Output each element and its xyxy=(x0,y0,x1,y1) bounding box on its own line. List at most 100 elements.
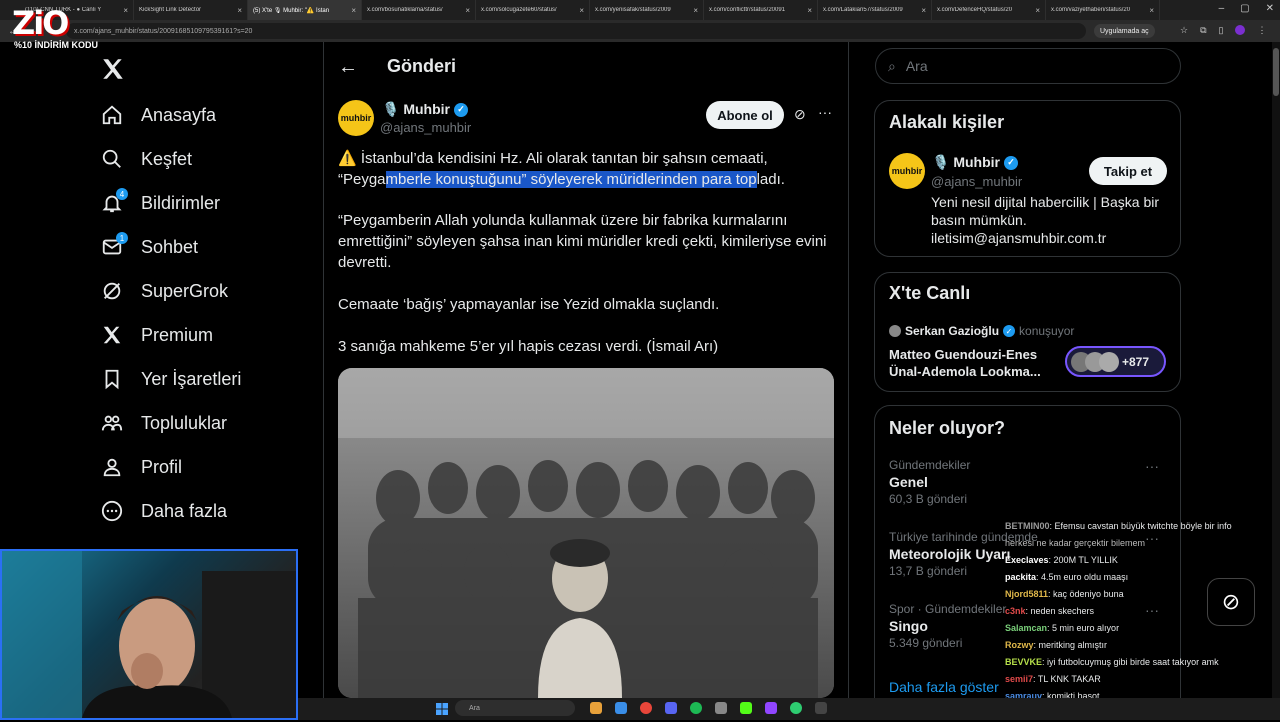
live-topic[interactable]: Matteo Guendouzi-Enes Ünal-Ademola Lookm… xyxy=(889,346,1059,380)
chat-username: Rozwy xyxy=(1005,640,1034,650)
tab-close-icon[interactable]: × xyxy=(461,6,470,15)
menu-icon[interactable]: ⋮ xyxy=(1257,25,1266,36)
sidebar-item-7[interactable]: Yer İşaretleri xyxy=(100,364,241,394)
extensions-icon[interactable]: ⧉ xyxy=(1200,25,1206,36)
grok-float-icon[interactable]: ⊘ xyxy=(1207,578,1255,626)
webcam-overlay xyxy=(0,549,298,720)
related-avatar[interactable]: muhbir xyxy=(889,153,925,189)
tab-close-icon[interactable]: × xyxy=(1031,6,1040,15)
related-handle[interactable]: @ajans_muhbir xyxy=(931,174,1022,189)
browser-tab[interactable]: x.com/DefenceHQ/status/20 × xyxy=(932,0,1046,20)
browser-tab[interactable]: x.com/vaziyethaberi/status/20 × xyxy=(1046,0,1160,20)
chat-text: : 200M TL YILLIK xyxy=(1048,555,1118,565)
tab-close-icon[interactable]: × xyxy=(689,6,698,15)
maximize-icon[interactable]: ▢ xyxy=(1240,3,1249,14)
sidebar-item-10[interactable]: Daha fazla xyxy=(100,496,227,526)
trend-item[interactable]: Gündemdekiler Genel 60,3 B gönderi ··· xyxy=(889,458,1169,506)
selected-text: mberle konuştuğunu” söyleyerek müridleri… xyxy=(385,171,757,188)
browser-actions: ☆ ⧉ ▯ ⋮ xyxy=(1180,25,1266,36)
chat-username: BETMIN00 xyxy=(1005,521,1050,531)
minimize-icon[interactable]: – xyxy=(1219,3,1225,14)
notification-badge: 1 xyxy=(116,232,128,244)
search-input[interactable]: ⌕ Ara xyxy=(875,48,1181,84)
tab-close-icon[interactable]: × xyxy=(917,6,926,15)
post-photo[interactable] xyxy=(338,368,834,698)
communities-icon xyxy=(100,411,124,435)
spotify-icon[interactable] xyxy=(690,702,702,714)
profile-icon[interactable] xyxy=(1235,25,1246,35)
open-in-app-button[interactable]: Uygulamada aç xyxy=(1094,24,1155,38)
tab-close-icon[interactable]: × xyxy=(803,6,812,15)
x-logo-icon[interactable] xyxy=(100,56,126,87)
browser-tab[interactable]: x.com/solcugazete60/status/ × xyxy=(476,0,590,20)
chat-username: Execlaves xyxy=(1005,555,1049,565)
sidebar-item-label: Sohbet xyxy=(141,236,199,257)
subscribe-button[interactable]: Abone ol xyxy=(706,101,784,129)
chat-text: : meritking almıştır xyxy=(1033,640,1108,650)
tab-close-icon[interactable]: × xyxy=(119,6,128,15)
scrollbar-thumb[interactable] xyxy=(1273,48,1279,96)
more-options-icon[interactable]: ··· xyxy=(818,104,832,120)
browser-tab[interactable]: (5) X'te 🎙 Muhbir: "⚠️ İstan × xyxy=(248,0,362,20)
sidebar-item-9[interactable]: Profil xyxy=(100,452,182,482)
discord-icon[interactable] xyxy=(665,702,677,714)
taskbar-search[interactable]: Ara xyxy=(455,700,575,716)
page-title: Gönderi xyxy=(387,56,457,76)
author-name[interactable]: 🎙️ Muhbir ✓ xyxy=(382,101,468,118)
chrome-icon[interactable] xyxy=(640,702,652,714)
live-host[interactable]: Serkan Gazioğlu ✓ konuşuyor xyxy=(889,324,1074,338)
app-icon[interactable] xyxy=(815,702,827,714)
browser-tab[interactable]: KickSight Link Detector × xyxy=(134,0,248,20)
scrollbar-track[interactable] xyxy=(1272,42,1280,698)
sidebar-item-4[interactable]: 1 Sohbet xyxy=(100,232,198,262)
sidebar-item-8[interactable]: Topluluklar xyxy=(100,408,227,438)
browser-tab[interactable]: x.com/conflicttr/status/20091 × xyxy=(704,0,818,20)
show-more-link[interactable]: Daha fazla göster xyxy=(889,679,999,695)
verified-badge-icon: ✓ xyxy=(1003,155,1018,170)
text-post: ladı. xyxy=(756,171,785,188)
sidebar-item-1[interactable]: Anasayfa xyxy=(100,100,216,130)
twitch-icon[interactable] xyxy=(765,702,777,714)
sidebar-item-label: Profil xyxy=(141,456,183,477)
chat-message: BETMIN00: Efemsu cavstan büyük twitchte … xyxy=(1005,518,1275,535)
tab-close-icon[interactable]: × xyxy=(347,6,356,15)
sidebar-item-6[interactable]: Premium xyxy=(100,320,213,350)
browser-tab[interactable]: x.com/Latakian57/status/2009 × xyxy=(818,0,932,20)
search-icon: ⌕ xyxy=(888,57,896,74)
app-icon[interactable] xyxy=(715,702,727,714)
browser-tab[interactable]: x.com/bosunatiklama/status/ × xyxy=(362,0,476,20)
author-avatar[interactable]: muhbir xyxy=(338,100,374,136)
app-icon[interactable] xyxy=(790,702,802,714)
related-name[interactable]: 🎙️ Muhbir ✓ xyxy=(932,154,1018,171)
back-arrow-icon[interactable]: ← xyxy=(338,56,358,79)
trend-more-icon[interactable]: ··· xyxy=(1145,458,1159,474)
trend-name: Genel xyxy=(889,474,928,490)
tab-close-icon[interactable]: × xyxy=(575,6,584,15)
kick-icon[interactable] xyxy=(740,702,752,714)
star-icon[interactable]: ☆ xyxy=(1180,25,1188,36)
follow-button[interactable]: Takip et xyxy=(1089,157,1167,185)
sidebar-item-label: Yer İşaretleri xyxy=(141,368,242,389)
trend-post-count: 60,3 B gönderi xyxy=(889,492,968,506)
windows-start-icon[interactable] xyxy=(436,702,448,715)
author-handle[interactable]: @ajans_muhbir xyxy=(380,120,471,135)
trends-title: Neler oluyor? xyxy=(889,418,1006,438)
trend-context: Gündemdekiler xyxy=(889,458,971,472)
file-explorer-icon[interactable] xyxy=(590,702,602,714)
notification-badge: 4 xyxy=(116,188,128,200)
tab-label: x.com/DefenceHQ/status/20 xyxy=(937,7,1013,13)
sidebar-item-5[interactable]: SuperGrok xyxy=(100,276,228,306)
grok-icon[interactable]: ⊘ xyxy=(794,106,806,123)
sidebar-item-3[interactable]: 4 Bildirimler xyxy=(100,188,220,218)
sidebar-toggle-icon[interactable]: ▯ xyxy=(1219,25,1224,36)
tab-close-icon[interactable]: × xyxy=(1145,6,1154,15)
sidebar-item-2[interactable]: Keşfet xyxy=(100,144,192,174)
store-icon[interactable] xyxy=(615,702,627,714)
close-window-icon[interactable]: ✕ xyxy=(1266,3,1274,14)
tab-close-icon[interactable]: × xyxy=(233,6,242,15)
tab-label: x.com/yenisafak/status/2009 xyxy=(595,7,671,13)
sidebar-item-label: Bildirimler xyxy=(141,192,221,213)
browser-tab[interactable]: x.com/yenisafak/status/2009 × xyxy=(590,0,704,20)
url-field[interactable]: x.com/ajans_muhbir/status/20091685109795… xyxy=(66,23,1086,39)
live-listeners[interactable]: +877 xyxy=(1065,346,1166,377)
